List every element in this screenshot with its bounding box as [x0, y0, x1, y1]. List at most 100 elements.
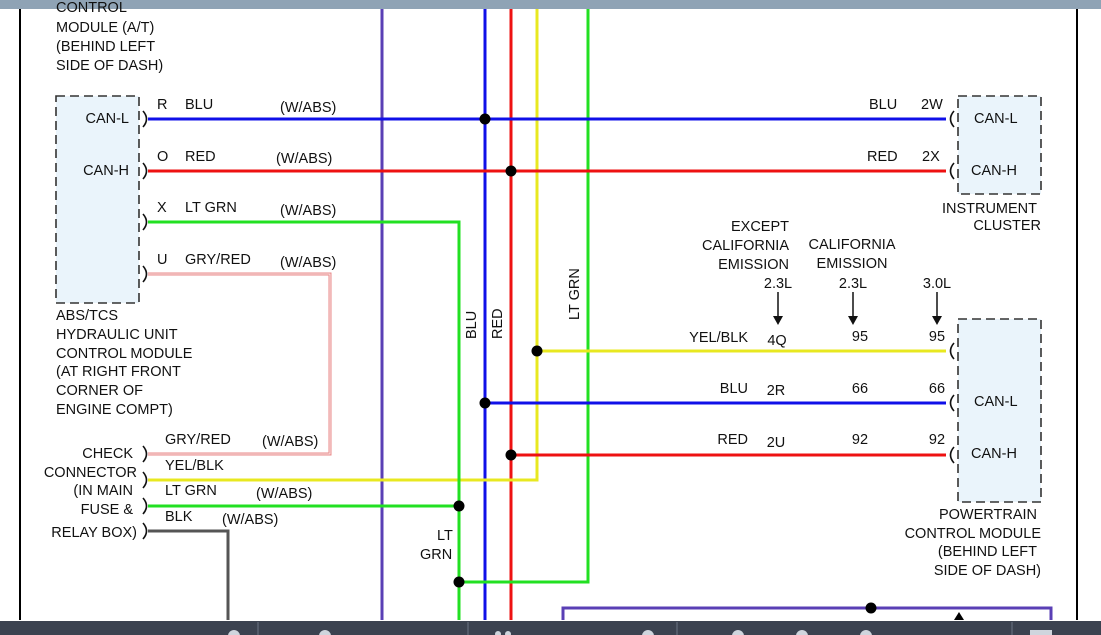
check-label-1: CONNECTOR	[44, 465, 137, 481]
abs-wire-color-blu: BLU	[185, 97, 213, 113]
toolbar-icon-9[interactable]	[1030, 630, 1052, 635]
abs-label-0: ABS/TCS	[56, 308, 118, 324]
pcm-wire-pin-66b: 66	[929, 381, 945, 397]
yel-vertical-wire	[148, 9, 539, 482]
vertical-label-lt-grn: LT GRN	[567, 268, 583, 320]
splice-dot-yel-pcm	[531, 345, 543, 357]
connector-check-2	[142, 471, 148, 489]
abs-wire-color-gry-red: GRY/RED	[185, 252, 251, 268]
pcm-wire-pin-66a: 66	[852, 381, 868, 397]
abs-wire-note-4: (W/ABS)	[280, 255, 336, 271]
pcm-label-3: SIDE OF DASH)	[934, 563, 1041, 579]
splice-dot-lt-grn-check	[453, 500, 465, 512]
splice-dot-purple	[865, 602, 877, 614]
ic-label-1: CLUSTER	[973, 218, 1041, 234]
splice-dot-red-pcm	[505, 449, 517, 461]
connector-abs-o	[142, 162, 148, 180]
bottom-toolbar	[0, 621, 1101, 635]
lower-purple-box	[561, 606, 1053, 620]
engine-2: 2.3L	[839, 276, 867, 292]
ic-pin-can-h: CAN-H	[971, 163, 1017, 179]
pcm-top-label-3: SIDE OF DASH)	[56, 58, 163, 74]
pcm-wire-pin-92a: 92	[852, 432, 868, 448]
pcm-wire-pin-95a: 95	[852, 329, 868, 345]
pcm-pin-can-h: CAN-H	[971, 446, 1017, 462]
abs-pin-can-l: CAN-L	[85, 111, 129, 127]
lt-grn-lower-1: GRN	[420, 547, 452, 563]
abs-wire-pin-r: R	[157, 97, 167, 113]
connector-abs-x	[142, 213, 148, 231]
except-ca-0: EXCEPT	[731, 219, 789, 235]
splice-dot-lt-grn-lower	[453, 576, 465, 588]
abs-wire-color-red: RED	[185, 149, 216, 165]
check-wire-note-1: (W/ABS)	[262, 434, 318, 450]
abs-label-1: HYDRAULIC UNIT	[56, 327, 178, 343]
abs-wire-note-1: (W/ABS)	[280, 100, 336, 116]
engine-3: 3.0L	[923, 276, 951, 292]
abs-label-2: CONTROL MODULE	[56, 346, 193, 362]
pcm-label-0: POWERTRAIN	[939, 507, 1037, 523]
check-label-2: (IN MAIN	[73, 483, 133, 499]
check-wire-color-blk: BLK	[165, 509, 193, 525]
check-label-4: RELAY BOX)	[51, 525, 137, 541]
connector-pcm-92	[949, 446, 955, 464]
engine-1: 2.3L	[764, 276, 792, 292]
vertical-label-red: RED	[490, 308, 506, 339]
check-wire-color-lt-grn: LT GRN	[165, 483, 217, 499]
pcm-wire-color-yel-blk: YEL/BLK	[689, 330, 748, 346]
pcm-label-2: (BEHIND LEFT	[938, 544, 1037, 560]
check-blk-wire	[148, 529, 230, 620]
wiring-diagram: CONTROL MODULE (A/T) (BEHIND LEFT SIDE O…	[0, 0, 1101, 635]
splice-dot-blu-abs	[479, 113, 491, 125]
splice-dot-blu-pcm	[479, 397, 491, 409]
ic-wire-pin-2w: 2W	[921, 97, 943, 113]
ic-wire-pin-2x: 2X	[922, 149, 940, 165]
abs-label-5: ENGINE COMPT)	[56, 402, 173, 418]
pcm-label-1: CONTROL MODULE	[905, 526, 1042, 542]
pcm-top-label-0: CONTROL	[56, 0, 127, 16]
ca-1: EMISSION	[817, 256, 888, 272]
pcm-wire-pin-95b: 95	[929, 329, 945, 345]
vertical-label-blu: BLU	[464, 311, 480, 339]
emission-arrows	[773, 292, 942, 325]
pcm-wire-pin-92b: 92	[929, 432, 945, 448]
check-label-3: FUSE &	[81, 502, 134, 518]
ic-pin-can-l: CAN-L	[974, 111, 1018, 127]
abs-wire-note-3: (W/ABS)	[280, 203, 336, 219]
top-bar	[0, 0, 1101, 9]
pcm-pin-can-l: CAN-L	[974, 394, 1018, 410]
abs-label-3: (AT RIGHT FRONT	[56, 364, 181, 380]
check-wire-note-4: (W/ABS)	[222, 512, 278, 528]
except-ca-1: CALIFORNIA	[702, 238, 789, 254]
pcm-up-arrow	[954, 612, 964, 620]
check-wire-color-gry-red: GRY/RED	[165, 432, 231, 448]
pcm-wire-color-red: RED	[717, 432, 748, 448]
ca-0: CALIFORNIA	[808, 237, 895, 253]
pcm-wire-pin-2r: 2R	[767, 383, 786, 399]
pcm-wire-pin-4q: 4Q	[767, 333, 786, 349]
connector-check-3	[142, 497, 148, 515]
ic-wire-color-red: RED	[867, 149, 898, 165]
connector-abs-r	[142, 110, 148, 128]
check-label-0: CHECK	[82, 446, 133, 462]
connector-check-1	[142, 445, 148, 463]
abs-wire-pin-x: X	[157, 200, 167, 216]
check-wire-note-3: (W/ABS)	[256, 486, 312, 502]
abs-wire-note-2: (W/ABS)	[276, 151, 332, 167]
abs-lt-grn-wire	[148, 220, 461, 620]
abs-wire-pin-o: O	[157, 149, 168, 165]
except-ca-2: EMISSION	[718, 257, 789, 273]
pcm-box	[957, 318, 1042, 503]
abs-pin-can-h: CAN-H	[83, 163, 129, 179]
pcm-wire-color-blu: BLU	[720, 381, 748, 397]
ic-wire-color-blu: BLU	[869, 97, 897, 113]
abs-label-4: CORNER OF	[56, 383, 143, 399]
connector-check-4	[142, 522, 148, 540]
splice-dot-red-abs	[505, 165, 517, 177]
lt-grn-lower-0: LT	[437, 528, 453, 544]
connector-ic-2x	[949, 162, 955, 180]
pcm-top-label-2: (BEHIND LEFT	[56, 39, 155, 55]
abs-wire-color-lt-grn: LT GRN	[185, 200, 237, 216]
ic-label-0: INSTRUMENT	[942, 201, 1037, 217]
connector-abs-u	[142, 265, 148, 283]
